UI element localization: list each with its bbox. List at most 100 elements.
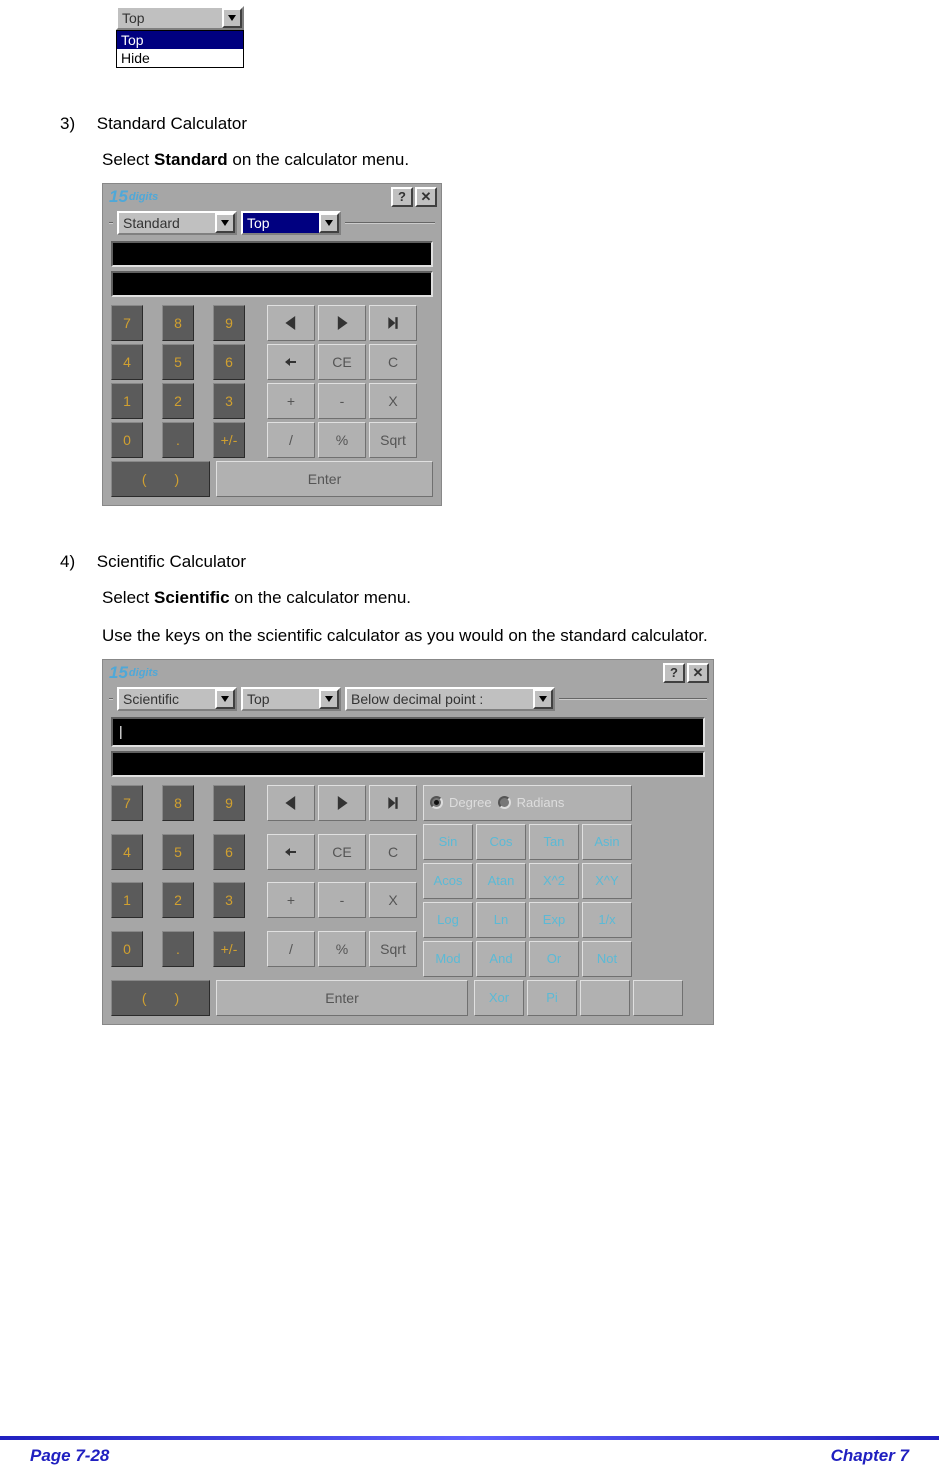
top-dropdown[interactable]: Top — [116, 6, 244, 30]
key-2[interactable]: 2 — [162, 882, 194, 918]
key-left[interactable] — [267, 785, 315, 821]
key-mult[interactable]: X — [369, 383, 417, 419]
key-sqrt[interactable]: Sqrt — [369, 422, 417, 458]
mode-dropdown[interactable]: Standard — [117, 211, 237, 235]
key-minus[interactable]: - — [318, 383, 366, 419]
key-back[interactable] — [267, 344, 315, 380]
key-1[interactable]: 1 — [111, 383, 143, 419]
key-sign[interactable]: +/- — [213, 931, 245, 967]
section-scientific: 4) Scientific Calculator Select Scientif… — [60, 552, 879, 1025]
key-enter[interactable]: Enter — [216, 980, 468, 1016]
key-paren[interactable]: () — [111, 461, 210, 497]
dropdown-option-top[interactable]: Top — [117, 31, 243, 49]
key-dot[interactable]: . — [162, 422, 194, 458]
key-xsq[interactable]: X^2 — [529, 863, 579, 899]
key-ce[interactable]: CE — [318, 344, 366, 380]
key-9[interactable]: 9 — [213, 785, 245, 821]
position-dropdown-value: Top — [243, 689, 319, 709]
close-button[interactable]: ✕ — [415, 187, 437, 207]
key-div[interactable]: / — [267, 931, 315, 967]
key-pct[interactable]: % — [318, 931, 366, 967]
key-ln[interactable]: Ln — [476, 902, 526, 938]
key-back[interactable] — [267, 834, 315, 870]
key-0[interactable]: 0 — [111, 931, 143, 967]
key-dot[interactable]: . — [162, 931, 194, 967]
close-button[interactable]: ✕ — [687, 663, 709, 683]
key-sqrt[interactable]: Sqrt — [369, 931, 417, 967]
key-pct[interactable]: % — [318, 422, 366, 458]
key-c[interactable]: C — [369, 344, 417, 380]
key-6[interactable]: 6 — [213, 344, 245, 380]
key-minus[interactable]: - — [318, 882, 366, 918]
key-sin[interactable]: Sin — [423, 824, 473, 860]
chevron-down-icon[interactable] — [319, 213, 339, 233]
key-8[interactable]: 8 — [162, 785, 194, 821]
key-asin[interactable]: Asin — [582, 824, 632, 860]
dropdown-option-hide[interactable]: Hide — [117, 49, 243, 67]
key-4[interactable]: 4 — [111, 834, 143, 870]
key-enter[interactable]: Enter — [216, 461, 433, 497]
key-9[interactable]: 9 — [213, 305, 245, 341]
function-keypad: Sin Cos Tan Asin Acos Atan X^2 X^Y Log L… — [423, 824, 632, 977]
key-right[interactable] — [318, 305, 366, 341]
position-dropdown[interactable]: Top — [241, 687, 341, 711]
key-inv[interactable]: 1/x — [582, 902, 632, 938]
key-6[interactable]: 6 — [213, 834, 245, 870]
display-lower — [111, 271, 433, 297]
chevron-down-icon[interactable] — [215, 213, 235, 233]
key-3[interactable]: 3 — [213, 882, 245, 918]
key-4[interactable]: 4 — [111, 344, 143, 380]
key-right[interactable] — [318, 785, 366, 821]
decimal-dropdown[interactable]: Below decimal point : — [345, 687, 555, 711]
chevron-down-icon[interactable] — [533, 689, 553, 709]
key-mod[interactable]: Mod — [423, 941, 473, 977]
key-2[interactable]: 2 — [162, 383, 194, 419]
key-cos[interactable]: Cos — [476, 824, 526, 860]
footer-page: Page 7-28 — [30, 1446, 109, 1466]
key-3[interactable]: 3 — [213, 383, 245, 419]
key-0[interactable]: 0 — [111, 422, 143, 458]
key-1[interactable]: 1 — [111, 882, 143, 918]
key-acos[interactable]: Acos — [423, 863, 473, 899]
numeric-keypad: 7 8 9 4 5 6 1 2 3 0 . +/- — [111, 785, 261, 977]
chevron-down-icon[interactable] — [215, 689, 235, 709]
help-button[interactable]: ? — [391, 187, 413, 207]
page-footer: Page 7-28 Chapter 7 — [0, 1440, 939, 1482]
key-5[interactable]: 5 — [162, 834, 194, 870]
key-tan[interactable]: Tan — [529, 824, 579, 860]
chevron-down-icon[interactable] — [222, 8, 242, 28]
key-7[interactable]: 7 — [111, 785, 143, 821]
mode-dropdown[interactable]: Scientific — [117, 687, 237, 711]
degree-radio[interactable] — [430, 796, 443, 809]
key-end[interactable] — [369, 305, 417, 341]
help-button[interactable]: ? — [663, 663, 685, 683]
key-div[interactable]: / — [267, 422, 315, 458]
top-dropdown-list: Top Hide — [116, 30, 244, 68]
key-atan[interactable]: Atan — [476, 863, 526, 899]
key-exp[interactable]: Exp — [529, 902, 579, 938]
key-7[interactable]: 7 — [111, 305, 143, 341]
key-plus[interactable]: + — [267, 882, 315, 918]
key-pi[interactable]: Pi — [527, 980, 577, 1016]
key-xpy[interactable]: X^Y — [582, 863, 632, 899]
top-dropdown-selected: Top — [118, 8, 222, 28]
key-mult[interactable]: X — [369, 882, 417, 918]
key-xor[interactable]: Xor — [474, 980, 524, 1016]
key-or[interactable]: Or — [529, 941, 579, 977]
key-plus[interactable]: + — [267, 383, 315, 419]
key-c[interactable]: C — [369, 834, 417, 870]
position-dropdown[interactable]: Top — [241, 211, 341, 235]
key-paren[interactable]: () — [111, 980, 210, 1016]
section3-instr-post: on the calculator menu. — [228, 150, 409, 169]
key-end[interactable] — [369, 785, 417, 821]
radians-radio[interactable] — [498, 796, 511, 809]
key-sign[interactable]: +/- — [213, 422, 245, 458]
key-not[interactable]: Not — [582, 941, 632, 977]
chevron-down-icon[interactable] — [319, 689, 339, 709]
key-log[interactable]: Log — [423, 902, 473, 938]
key-and[interactable]: And — [476, 941, 526, 977]
key-left[interactable] — [267, 305, 315, 341]
key-5[interactable]: 5 — [162, 344, 194, 380]
key-8[interactable]: 8 — [162, 305, 194, 341]
key-ce[interactable]: CE — [318, 834, 366, 870]
